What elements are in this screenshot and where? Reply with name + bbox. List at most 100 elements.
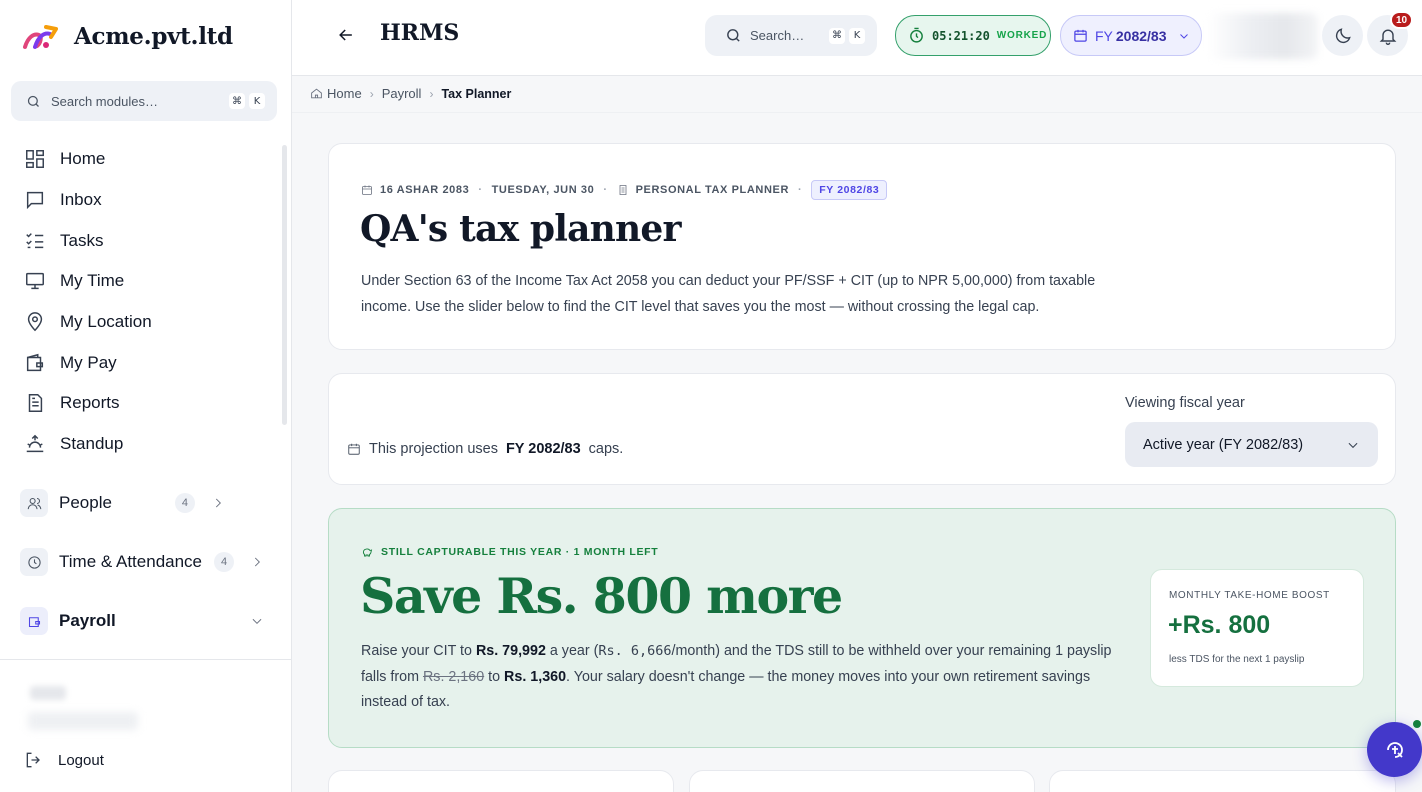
sidebar-group-payroll[interactable]: Payroll [20, 601, 270, 641]
sidebar-group-label: Time & Attendance [59, 552, 203, 571]
savings-headline: Save Rs. 800 more [360, 567, 843, 625]
planner-intro: Under Section 63 of the Income Tax Act 2… [361, 273, 1096, 315]
sidebar-group-label: Payroll [59, 611, 116, 630]
sidebar-item-standup[interactable]: Standup [0, 424, 282, 465]
meta-separator: · [603, 184, 608, 196]
sidebar-item-my-pay[interactable]: My Pay [0, 342, 282, 383]
projection-note-prefix: This projection uses [369, 441, 498, 457]
tds-old-amount: Rs. 2,160 [422, 668, 485, 685]
savings-description: Raise your CIT to Rs. 79,992 a year (Rs.… [361, 639, 1121, 716]
app-title: HRMS [380, 20, 460, 46]
top-bar: HRMS Search… ⌘ K 05:21:20 WORKED FY 2082… [292, 0, 1422, 76]
sidebar-item-label: Standup [60, 434, 124, 454]
count-badge: 4 [214, 552, 235, 572]
module-search-placeholder: Search modules… [51, 93, 158, 109]
sidebar-item-label: My Pay [60, 352, 117, 372]
sidebar-item-my-location[interactable]: My Location [0, 302, 282, 343]
chevron-down-icon [1179, 33, 1188, 39]
home-icon [311, 88, 322, 99]
sidebar-item-inbox[interactable]: Inbox [0, 180, 282, 221]
chevron-right-icon [215, 498, 221, 508]
logout-button[interactable]: Logout [24, 750, 104, 770]
global-search-input[interactable]: Search… ⌘ K [705, 15, 877, 56]
module-search-input[interactable]: Search modules… ⌘ K [11, 81, 277, 121]
breadcrumb-separator: › [429, 86, 434, 101]
message-icon [26, 191, 44, 210]
sidebar-item-reports[interactable]: Reports [0, 383, 282, 424]
calendar-icon [362, 185, 372, 195]
wallet-icon [20, 607, 48, 635]
user-role-redacted [28, 712, 138, 730]
meta-separator: · [798, 184, 803, 196]
projection-note-fy: FY 2082/83 [505, 441, 581, 457]
sidebar: Acme.pvt.ltd Search modules… ⌘ K Home In… [0, 0, 292, 792]
back-button[interactable] [336, 25, 358, 47]
summary-card [328, 770, 674, 792]
boost-label: MONTHLY TAKE-HOME BOOST [1169, 590, 1330, 601]
wallet-icon [26, 353, 44, 371]
document-icon [619, 185, 627, 195]
user-name-redacted [30, 686, 66, 700]
sidebar-group-people[interactable]: People 4 [20, 483, 270, 523]
calendar-icon [348, 443, 360, 455]
weekday-date: TUESDAY, JUN 30 [491, 184, 595, 196]
breadcrumb-payroll[interactable]: Payroll [382, 86, 422, 101]
boost-value: +Rs. 800 [1168, 611, 1271, 639]
fiscal-year-select-value: Active year (FY 2082/83) [1143, 436, 1304, 453]
tax-planner-header-card: 16 ASHAR 2083 · TUESDAY, JUN 30 · PERSON… [328, 143, 1396, 350]
brand-logo-icon [23, 25, 58, 49]
piggy-bank-icon [362, 548, 373, 557]
cit-yearly-amount: Rs. 79,992 [475, 643, 546, 659]
moon-icon [1335, 27, 1351, 43]
sidebar-scrollbar[interactable] [282, 145, 287, 425]
chevron-down-icon [1348, 442, 1358, 448]
take-home-boost-card: MONTHLY TAKE-HOME BOOST +Rs. 800 less TD… [1150, 569, 1364, 687]
work-timer[interactable]: 05:21:20 WORKED [895, 15, 1051, 56]
fiscal-year-selector[interactable]: FY 2082/83 [1060, 15, 1202, 56]
summary-card [1049, 770, 1396, 792]
planner-meta: 16 ASHAR 2083 · TUESDAY, JUN 30 · PERSON… [361, 180, 888, 200]
nepali-date: 16 ASHAR 2083 [380, 184, 470, 196]
assistant-button[interactable] [1367, 722, 1422, 777]
sidebar-item-label: Home [60, 149, 106, 169]
shortcut-key: ⌘ [229, 93, 245, 109]
breadcrumb-home[interactable]: Home [327, 86, 362, 101]
projection-card: This projection uses FY 2082/83 caps. Vi… [328, 373, 1396, 485]
theme-toggle-button[interactable] [1322, 15, 1363, 56]
timer-value: 05:21:20 [932, 28, 990, 43]
document-icon [28, 394, 43, 413]
bell-icon [1379, 29, 1396, 45]
projection-note-suffix: caps. [588, 441, 624, 457]
breadcrumb-separator: › [369, 86, 374, 101]
sidebar-item-tasks[interactable]: Tasks [0, 220, 282, 261]
sunrise-icon [26, 434, 44, 453]
assistant-icon [1386, 741, 1403, 758]
sidebar-group-time-attendance[interactable]: Time & Attendance 4 [20, 542, 270, 582]
brand[interactable]: Acme.pvt.ltd [22, 18, 233, 54]
user-avatar-redacted[interactable] [1208, 13, 1318, 59]
shortcut-hint: ⌘ K [829, 27, 865, 44]
users-icon [20, 489, 48, 517]
sidebar-item-my-time[interactable]: My Time [0, 261, 282, 302]
monitor-icon [26, 273, 44, 290]
location-pin-icon [27, 312, 43, 332]
fiscal-year-select[interactable]: Active year (FY 2082/83) [1125, 422, 1378, 467]
arrow-left-icon [339, 29, 352, 41]
sidebar-item-label: My Time [60, 271, 125, 291]
divider [292, 112, 1422, 113]
chevron-right-icon [254, 557, 261, 567]
notification-count-badge: 10 [1390, 11, 1414, 29]
logout-icon [26, 752, 40, 768]
desc-text: to [484, 668, 505, 685]
clock-icon [20, 548, 48, 576]
cit-monthly-amount: Rs. 6,666 [598, 643, 672, 659]
projection-note: This projection uses FY 2082/83 caps. [347, 441, 623, 457]
sidebar-item-home[interactable]: Home [0, 139, 282, 180]
breadcrumb: Home › Payroll › Tax Planner [310, 86, 511, 101]
desc-text: Raise your CIT to [361, 643, 476, 659]
timer-label: WORKED [996, 30, 1048, 41]
section-label: PERSONAL TAX PLANNER [635, 184, 789, 196]
count-badge: 4 [174, 493, 195, 513]
summary-card [689, 770, 1035, 792]
fiscal-year-chip: FY 2082/83 [811, 180, 888, 200]
